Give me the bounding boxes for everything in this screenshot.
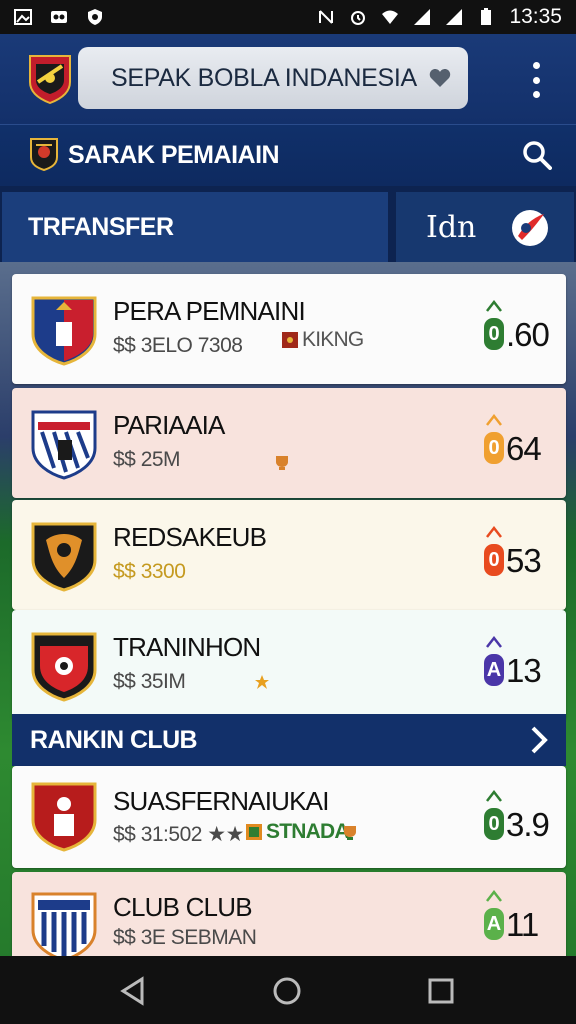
rank-badge: 0	[484, 808, 504, 840]
player-price: $$ 35IM	[113, 670, 186, 693]
rank-indicator: A 13	[482, 628, 562, 708]
player-name: PARIAAIA	[113, 410, 225, 440]
ranking-header[interactable]: RANKIN CLUB	[12, 714, 566, 766]
shield-icon	[88, 9, 102, 25]
app-title-bar[interactable]: SEPAK BOBLA INDANESIA	[78, 47, 468, 109]
section-bar: SARAK PEMAIAIN	[0, 124, 576, 186]
trophy-icon	[276, 456, 288, 470]
player-name: TRANINHON	[113, 632, 261, 662]
arrow-up-icon	[486, 636, 502, 648]
rank-value: 64	[506, 430, 542, 467]
rank-value: 53	[506, 542, 542, 579]
status-time: 13:35	[509, 5, 562, 28]
club-crest-icon	[31, 782, 97, 852]
wifi-icon	[382, 10, 399, 24]
home-icon[interactable]	[272, 976, 302, 1006]
player-price: $$ 25M	[113, 448, 181, 471]
arrow-up-icon	[486, 300, 502, 312]
section-logo-icon	[30, 138, 58, 171]
club-card[interactable]: CLUB CLUB $$ 3E SEBMAN A 11	[12, 872, 566, 962]
rank-indicator: 0 .60	[482, 292, 562, 372]
rank-indicator: 0 64	[482, 406, 562, 486]
player-name: REDSAKEUB	[113, 522, 267, 552]
player-name: PERA PEMNAINI	[113, 296, 306, 326]
rank-value: .60	[506, 316, 550, 353]
battery-icon	[481, 8, 492, 25]
rank-indicator: 0 3.9	[482, 782, 562, 862]
rank-value: 13	[506, 652, 542, 689]
section-title: SARAK PEMAIAIN	[68, 141, 280, 169]
app-header: SEPAK BOBLA INDANESIA	[0, 34, 576, 124]
player-card[interactable]: TRANINHON $$ 35IM A 13	[12, 610, 566, 720]
player-card[interactable]: PARIAAIA $$ 25M 0 64	[12, 388, 566, 498]
rank-badge: 0	[484, 432, 504, 464]
ranking-title: RANKIN CLUB	[30, 726, 198, 754]
arrow-up-icon	[486, 414, 502, 426]
player-price: $$ 3300	[113, 560, 186, 583]
app-title: SEPAK BOBLA INDANESIA	[111, 63, 417, 92]
team-badge-icon	[246, 824, 262, 840]
rank-badge: A	[484, 908, 504, 940]
arrow-up-icon	[486, 526, 502, 538]
rank-value: 11	[506, 906, 539, 943]
club-stats: $$ 31:502 ★★	[113, 823, 244, 846]
rank-indicator: 0 53	[482, 518, 562, 598]
recents-icon[interactable]	[426, 976, 456, 1006]
status-bar: 13:35	[0, 0, 576, 34]
back-icon[interactable]	[118, 976, 148, 1006]
star-icon	[255, 675, 269, 689]
arrow-up-icon	[486, 790, 502, 802]
signal-icon	[414, 9, 431, 25]
alarm-icon	[351, 11, 366, 25]
club-crest-icon	[31, 632, 97, 702]
club-card[interactable]: SUASFERNAIUKAI $$ 31:502 ★★ STNADA 0 3.9	[12, 766, 566, 868]
chevron-right-icon[interactable]	[528, 725, 550, 755]
whistle-icon	[512, 210, 548, 246]
more-vert-icon[interactable]	[526, 62, 546, 98]
flag-icon	[282, 332, 298, 348]
rank-indicator: A 11	[482, 882, 562, 962]
player-card[interactable]: REDSAKEUB $$ 3300 0 53	[12, 500, 566, 610]
club-crest-icon	[31, 892, 97, 962]
club-logo-icon[interactable]	[28, 52, 72, 104]
club-crest-icon	[31, 410, 97, 480]
club-stadium: STNADA	[266, 820, 350, 843]
arrow-up-icon	[486, 890, 502, 902]
tab-bar: TRFANSFER Idn	[0, 186, 576, 272]
rank-value: 3.9	[506, 806, 550, 843]
tab-transfer-label: TRFANSFER	[28, 212, 174, 241]
tab-idn-label: Idn	[426, 210, 477, 245]
nfc-icon	[319, 10, 334, 24]
rank-badge: 0	[484, 318, 504, 350]
photo-icon	[14, 9, 32, 25]
rank-badge: A	[484, 654, 504, 686]
club-stats: $$ 3E SEBMAN	[113, 926, 257, 949]
tab-transfer[interactable]: TRFANSFER	[2, 192, 388, 262]
player-price: $$ 3ELO 7308	[113, 334, 243, 357]
heart-icon[interactable]	[428, 66, 452, 90]
headset-icon	[51, 11, 67, 23]
rank-badge: 0	[484, 544, 504, 576]
club-crest-icon	[31, 522, 97, 592]
club-name: SUASFERNAIUKAI	[113, 786, 329, 816]
player-status: KIKNG	[302, 328, 364, 351]
club-crest-icon	[31, 296, 97, 366]
player-card[interactable]: PERA PEMNAINI $$ 3ELO 7308 KIKNG 0 .60	[12, 274, 566, 384]
system-nav-bar	[0, 956, 576, 1024]
search-icon[interactable]	[522, 140, 552, 170]
signal-icon-2	[446, 9, 463, 25]
tab-idn[interactable]: Idn	[396, 192, 574, 262]
club-name: CLUB CLUB	[113, 892, 253, 922]
trophy-icon	[344, 826, 356, 840]
